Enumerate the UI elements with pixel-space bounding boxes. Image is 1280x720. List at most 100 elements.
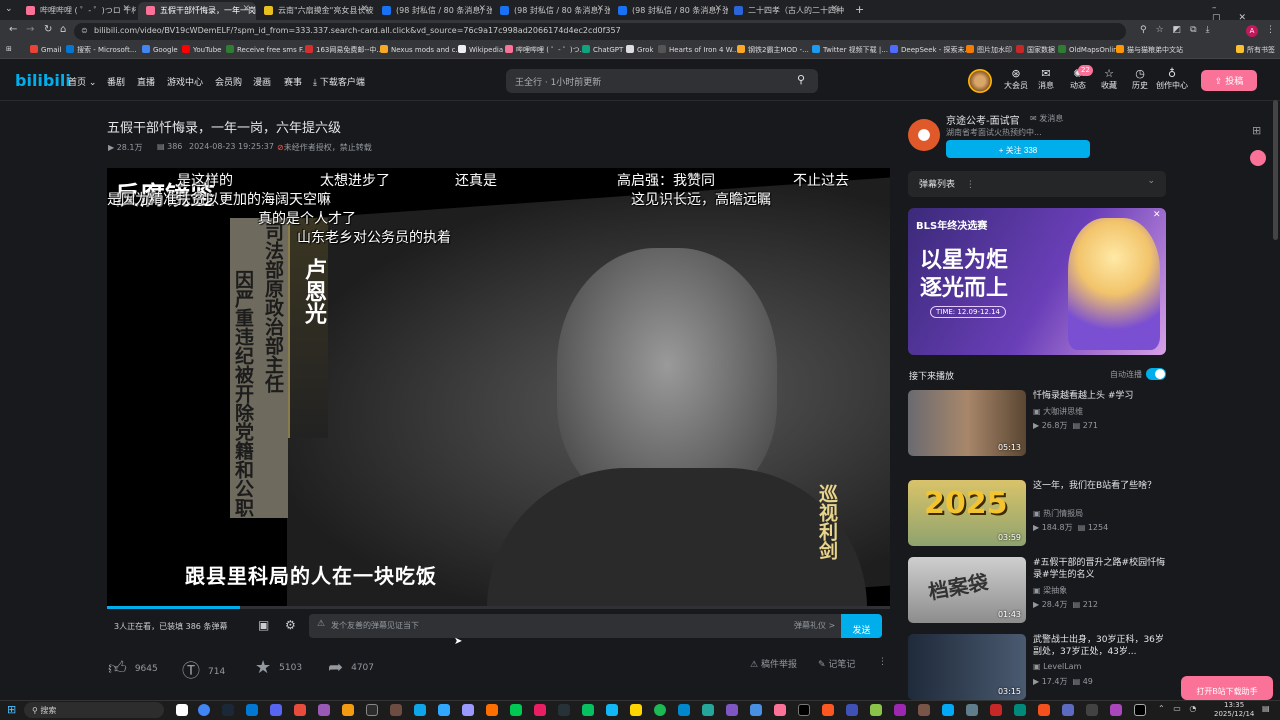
more-icon[interactable]: ⋮: [966, 180, 975, 190]
all-bookmarks[interactable]: 所有书签: [1236, 45, 1275, 55]
close-icon[interactable]: ✕: [596, 4, 604, 14]
close-icon[interactable]: ✕: [242, 4, 250, 14]
autoplay-toggle[interactable]: [1146, 368, 1166, 380]
app-icon[interactable]: [894, 704, 906, 716]
nav-anime[interactable]: 番剧: [107, 75, 125, 88]
app-icon[interactable]: [918, 704, 930, 716]
close-icon[interactable]: ✕: [122, 4, 130, 14]
app-icon[interactable]: [966, 704, 978, 716]
app-icon[interactable]: [510, 704, 522, 716]
profile-avatar[interactable]: A: [1246, 25, 1258, 37]
apps-icon[interactable]: ⊞: [6, 45, 12, 53]
user-avatar[interactable]: [968, 69, 992, 93]
follow-button[interactable]: + 关注 338: [946, 140, 1090, 158]
nav-live[interactable]: 直播: [137, 75, 155, 88]
video-thumbnail[interactable]: 2025 03:59: [908, 480, 1026, 546]
recommended-video[interactable]: 03:15 武警战士出身，30岁正科，36岁副处，37岁正处，43岁... ▣ …: [908, 634, 1166, 700]
premiere-icon[interactable]: [462, 704, 474, 716]
bookmark[interactable]: YouTube: [182, 45, 221, 54]
close-icon[interactable]: ✕: [478, 4, 486, 14]
nav-esports[interactable]: 赛事: [284, 75, 302, 88]
browser-tab[interactable]: 二十四孝（古人的二十四种孝 ✕: [726, 2, 844, 20]
coin-button[interactable]: Ⓣ 714: [182, 657, 225, 683]
bookmark[interactable]: Grok: [626, 45, 654, 54]
video-title[interactable]: 忏悔录越看越上头 #学习: [1033, 390, 1166, 402]
bookmark[interactable]: 钢铁2霸主MOD -...: [737, 45, 809, 55]
app-icon[interactable]: [534, 704, 546, 716]
app-icon[interactable]: [750, 704, 762, 716]
app-icon[interactable]: [1086, 704, 1098, 716]
report-button[interactable]: ⚠ 稿件举报: [750, 657, 797, 670]
close-icon[interactable]: ✕: [830, 4, 838, 14]
nav-shop[interactable]: 会员购: [215, 75, 242, 88]
bookmark[interactable]: Twitter 视频下载 |...: [812, 45, 888, 55]
app-icon[interactable]: [630, 704, 642, 716]
side-tool-icon[interactable]: ⊞: [1252, 124, 1261, 137]
bookmark[interactable]: DeepSeek - 探索未...: [890, 45, 971, 55]
side-avatar-icon[interactable]: [1250, 150, 1266, 166]
send-danmaku-button[interactable]: 发送: [841, 614, 882, 638]
bookmark[interactable]: ChatGPT: [582, 45, 623, 54]
bookmark[interactable]: 猫与猫粮弟中文站: [1116, 45, 1183, 55]
uploader[interactable]: ▣ 大咖讲思维: [1033, 406, 1083, 417]
app-icon[interactable]: [1110, 704, 1122, 716]
danmaku-settings-icon[interactable]: ⚙: [285, 618, 296, 632]
bookmark[interactable]: 国家数据: [1016, 45, 1055, 55]
bookmark[interactable]: 图片加水印: [966, 45, 1012, 55]
uploader[interactable]: ▣ 梁抽象: [1033, 585, 1067, 596]
header-messages[interactable]: ✉ 消息: [1031, 67, 1061, 91]
nav-manga[interactable]: 漫画: [253, 75, 271, 88]
app-icon[interactable]: [822, 704, 834, 716]
app-icon[interactable]: [726, 704, 738, 716]
app-icon[interactable]: [990, 704, 1002, 716]
bookmark[interactable]: 哔哩哔哩 ( ゜- ゜)つ...: [505, 45, 586, 55]
app-icon[interactable]: [1038, 704, 1050, 716]
taskbar-search[interactable]: ⚲ 搜索: [24, 702, 164, 718]
extension-icons[interactable]: ⚲☆◩⧉⤓: [1140, 25, 1219, 35]
app-icon[interactable]: [342, 704, 354, 716]
app-icon[interactable]: [846, 704, 858, 716]
steam-icon[interactable]: [222, 704, 234, 716]
task-view-icon[interactable]: [176, 704, 188, 716]
uploader[interactable]: ▣ LevelLam: [1033, 662, 1081, 671]
spotify-icon[interactable]: [654, 704, 666, 716]
photoshop-icon[interactable]: [438, 704, 450, 716]
event-banner[interactable]: BLS年终决选赛 以星为炬 逐光而上 TIME: 12.09-12.14 ✕: [908, 208, 1166, 355]
app-icon[interactable]: [390, 704, 402, 716]
forward-icon[interactable]: →: [26, 24, 34, 35]
danmaku-input[interactable]: ⚠ 发个友善的弹幕见证当下 弹幕礼仪 >: [309, 614, 841, 638]
recommended-video[interactable]: 2025 03:59 这一年，我们在B站看了些啥？ ▣ 热门情报局 ▶ 184.8…: [908, 480, 1166, 546]
browser-menu-icon[interactable]: ⋮: [1266, 25, 1275, 35]
video-progress-bar[interactable]: [107, 606, 890, 609]
header-vip[interactable]: ⊛ 大会员: [1001, 67, 1031, 91]
app-icon[interactable]: [1062, 704, 1074, 716]
bookmark[interactable]: OldMapsOnline: [1058, 45, 1122, 54]
tab-list-icon[interactable]: ⌄: [5, 4, 13, 14]
telegram-icon[interactable]: [678, 704, 690, 716]
site-info-icon[interactable]: ⊜: [81, 26, 88, 35]
nav-home[interactable]: 首页 ⌄: [68, 75, 96, 88]
discord-icon[interactable]: [270, 704, 282, 716]
bookmark[interactable]: Google: [142, 45, 178, 54]
qq-icon[interactable]: [606, 704, 618, 716]
scrollbar[interactable]: [1273, 100, 1278, 240]
app-icon[interactable]: [702, 704, 714, 716]
app-icon[interactable]: [318, 704, 330, 716]
app-icon[interactable]: [942, 704, 954, 716]
wechat-icon[interactable]: [582, 704, 594, 716]
video-thumbnail[interactable]: 档案袋 01:43: [908, 557, 1026, 623]
recommended-video[interactable]: 05:13 忏悔录越看越上头 #学习 ▣ 大咖讲思维 ▶ 26.8万 ▤ 271: [908, 390, 1166, 456]
browser-tab-active[interactable]: 五假干部忏悔录，一年一岗，六✕: [138, 2, 256, 20]
browser-tab[interactable]: (98 封私信 / 80 条消息) 张桂 ✕: [492, 2, 610, 20]
danmaku-etiquette-link[interactable]: 弹幕礼仪 >: [794, 620, 835, 631]
bookmark[interactable]: Gmail: [30, 45, 61, 54]
header-creator[interactable]: ♁ 创作中心: [1152, 67, 1192, 91]
browser-tab[interactable]: (98 封私信 / 80 条消息) 张桂 ✕: [374, 2, 492, 20]
video-title[interactable]: #五假干部的晋升之路#校园忏悔录#学生的名义: [1033, 557, 1166, 581]
bilibili-icon[interactable]: [774, 704, 786, 716]
header-history[interactable]: ◷ 历史: [1125, 67, 1155, 91]
clock-time[interactable]: 13:35: [1224, 701, 1244, 709]
new-tab-button[interactable]: +: [855, 3, 864, 16]
app-icon[interactable]: [294, 704, 306, 716]
send-message-link[interactable]: ✉ 发消息: [1030, 113, 1063, 124]
